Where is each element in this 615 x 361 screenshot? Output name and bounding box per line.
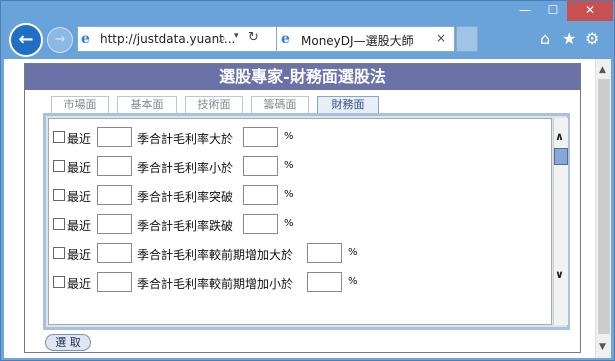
forward-button[interactable]: → (47, 27, 73, 53)
browser-window: — ☐ ✕ ← → e http://justdata.yuant... ⌕ ▾… (0, 0, 615, 361)
quarters-input[interactable] (97, 127, 132, 147)
criteria-prefix: 最近 (67, 219, 92, 233)
scroll-down-icon[interactable]: ∨ (555, 268, 564, 281)
minimize-button[interactable]: — (511, 1, 539, 21)
percent-input[interactable] (243, 127, 278, 147)
scroll-up-icon[interactable]: ∧ (555, 130, 564, 143)
criteria-label: 季合計毛利率跌破 (137, 219, 234, 233)
close-button[interactable]: ✕ (567, 1, 613, 21)
criteria-label: 季合計毛利率小於 (137, 161, 234, 175)
refresh-icon[interactable]: ↻ (248, 30, 259, 45)
address-url[interactable]: http://justdata.yuant... (100, 32, 235, 46)
percent-unit: % (284, 189, 294, 200)
criteria-list: 最近 季合計毛利率大於 % 最近 季合計毛利率小於 % 最近 季合計毛利率突破 … (48, 118, 552, 325)
page-scroll-up-icon[interactable]: ▲ (599, 65, 606, 75)
criteria-prefix: 最近 (67, 132, 92, 146)
back-button[interactable]: ← (9, 23, 43, 57)
percent-input[interactable] (243, 214, 278, 234)
criteria-checkbox[interactable] (53, 160, 65, 172)
dropdown-icon[interactable]: ▾ (234, 31, 239, 41)
percent-input[interactable] (243, 156, 278, 176)
tab-chips[interactable]: 籌碼面 (251, 96, 309, 113)
page-scroll-down-icon[interactable]: ▼ (599, 342, 606, 352)
criteria-checkbox[interactable] (53, 247, 65, 259)
tab-fundamental[interactable]: 基本面 (117, 96, 177, 113)
percent-input[interactable] (243, 185, 278, 205)
criteria-checkbox[interactable] (53, 131, 65, 143)
percent-unit: % (284, 131, 294, 142)
percent-unit: % (348, 247, 358, 258)
back-arrow-icon: ← (18, 29, 34, 50)
tab-ie-icon: e (281, 31, 290, 47)
criteria-checkbox[interactable] (53, 218, 65, 230)
percent-unit: % (284, 160, 294, 171)
quarters-input[interactable] (97, 156, 132, 176)
page-viewport: 選股專家-財務面選股法 市場面 基本面 技術面 籌碼面 財務面 最近 季合計毛利… (4, 59, 611, 358)
browser-tab[interactable]: e MoneyDJ—選股大師 × (277, 26, 455, 52)
forward-arrow-icon: → (54, 32, 66, 47)
title-bar: — ☐ ✕ ← → e http://justdata.yuant... ⌕ ▾… (1, 1, 614, 61)
criteria-scrollbar[interactable]: ∧ ∨ (553, 118, 568, 325)
criteria-prefix: 最近 (67, 248, 92, 262)
page-scroll-thumb[interactable] (598, 79, 610, 334)
criteria-prefix: 最近 (67, 161, 92, 175)
quarters-input[interactable] (97, 214, 132, 234)
percent-input[interactable] (307, 243, 342, 263)
criteria-checkbox[interactable] (53, 189, 65, 201)
percent-unit: % (284, 218, 294, 229)
percent-input[interactable] (307, 272, 342, 292)
page-scrollbar[interactable]: ▲ ▼ (595, 59, 611, 358)
scroll-thumb[interactable] (554, 148, 568, 165)
address-bar[interactable]: e http://justdata.yuant... ⌕ ▾ ↻ (77, 26, 277, 52)
criteria-panel: 最近 季合計毛利率大於 % 最近 季合計毛利率小於 % 最近 季合計毛利率突破 … (43, 113, 570, 330)
page-title: 選股專家-財務面選股法 (25, 64, 580, 90)
criteria-label: 季合計毛利率突破 (137, 190, 234, 204)
select-button[interactable]: 選 取 (45, 334, 91, 351)
tab-technical[interactable]: 技術面 (185, 96, 243, 113)
tab-title: MoneyDJ—選股大師 (301, 34, 414, 48)
new-tab-button[interactable] (456, 26, 478, 52)
criteria-label: 季合計毛利率較前期增加大於 (137, 248, 294, 262)
search-icon[interactable]: ⌕ (219, 31, 226, 46)
criteria-prefix: 最近 (67, 277, 92, 291)
ie-logo-icon: e (81, 31, 90, 47)
quarters-input[interactable] (97, 185, 132, 205)
stock-screener-frame: 選股專家-財務面選股法 市場面 基本面 技術面 籌碼面 財務面 最近 季合計毛利… (24, 63, 581, 353)
tab-financial[interactable]: 財務面 (317, 96, 379, 113)
quarters-input[interactable] (97, 272, 132, 292)
criteria-checkbox[interactable] (53, 276, 65, 288)
home-icon[interactable]: ⌂ (540, 29, 550, 48)
criteria-label: 季合計毛利率較前期增加小於 (137, 277, 294, 291)
favorites-star-icon[interactable]: ★ (562, 29, 576, 48)
criteria-prefix: 最近 (67, 190, 92, 204)
criteria-label: 季合計毛利率大於 (137, 132, 234, 146)
gear-icon[interactable]: ⚙ (585, 29, 599, 48)
quarters-input[interactable] (97, 243, 132, 263)
tab-market[interactable]: 市場面 (51, 96, 109, 113)
tab-close-icon[interactable]: × (436, 31, 446, 45)
percent-unit: % (348, 276, 358, 287)
maximize-button[interactable]: ☐ (539, 1, 567, 21)
